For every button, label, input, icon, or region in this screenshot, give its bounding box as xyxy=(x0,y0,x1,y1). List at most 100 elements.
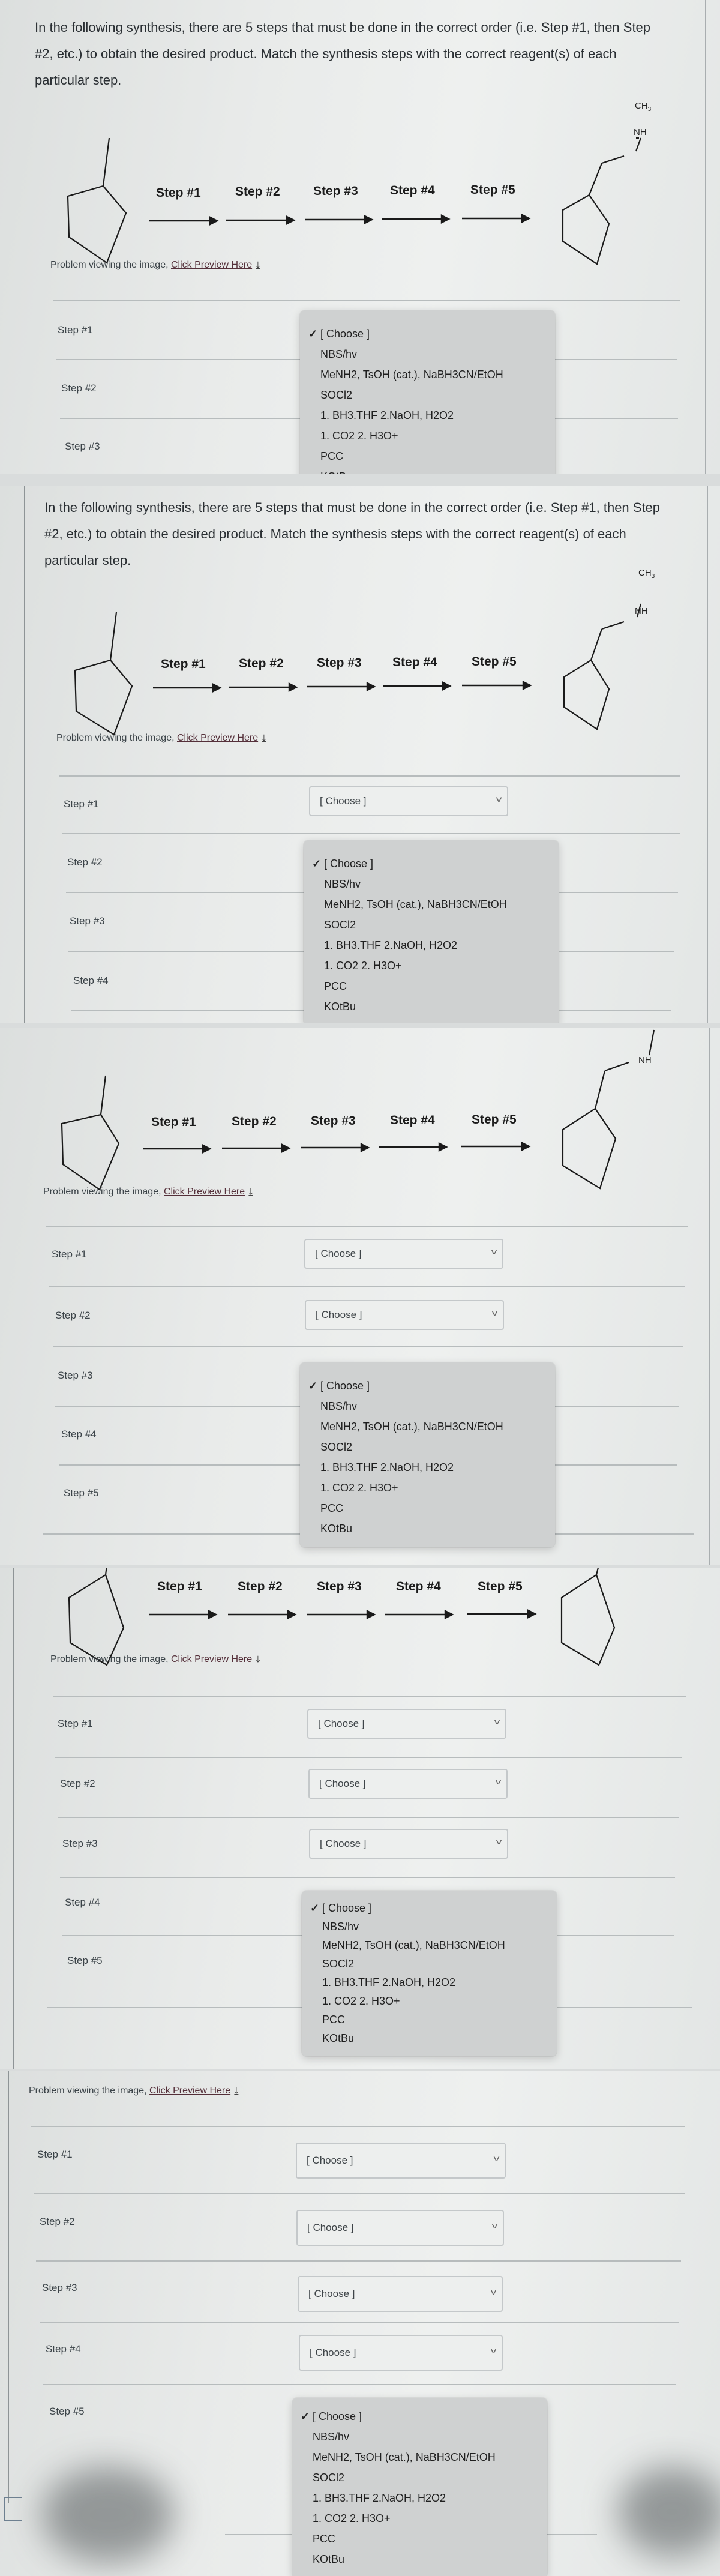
click-preview-link[interactable]: Click Preview Here xyxy=(164,1187,245,1197)
dropdown-option[interactable]: KOtBu xyxy=(304,996,559,1017)
click-preview-link[interactable]: Click Preview Here xyxy=(171,1654,252,1664)
scheme-step-label-5: Step #5 xyxy=(478,1580,523,1593)
step-2-select[interactable]: [ Choose ] v xyxy=(305,1300,504,1330)
dropdown-option[interactable]: MeNH2, TsOH (cat.), NaBH3CN/EtOH xyxy=(304,894,559,915)
step-5-dropdown-menu[interactable]: ✓[ Choose ] NBS/hv MeNH2, TsOH (cat.), N… xyxy=(292,2398,547,2576)
row-divider xyxy=(34,2193,685,2194)
dropdown-option[interactable]: ✓[ Choose ] xyxy=(304,853,559,874)
dropdown-option[interactable]: NBS/hv xyxy=(304,874,559,894)
dropdown-option[interactable]: ✓[ Choose ] xyxy=(300,1376,555,1396)
dropdown-option[interactable]: PCC xyxy=(304,976,559,996)
dropdown-option[interactable]: NBS/hv xyxy=(292,2427,547,2447)
dropdown-option[interactable]: PCC xyxy=(292,2529,547,2549)
step-1-select[interactable]: [ Choose ] v xyxy=(309,786,508,816)
dropdown-option[interactable]: NBS/hv xyxy=(302,1918,557,1936)
step-row-label-1: Step #1 xyxy=(58,324,93,336)
dropdown-option[interactable]: 1. CO2 2. H3O+ xyxy=(292,2508,547,2529)
checkmark-icon: ✓ xyxy=(308,328,318,340)
click-preview-link[interactable]: Click Preview Here xyxy=(149,2086,230,2096)
row-divider xyxy=(55,1757,682,1758)
dropdown-option[interactable]: NBS/hv xyxy=(300,344,555,364)
dropdown-option[interactable]: 1. BH3.THF 2.NaOH, H2O2 xyxy=(304,935,559,955)
dropdown-option[interactable]: 1. CO2 2. H3O+ xyxy=(304,955,559,976)
preview-notice: Problem viewing the image, Click Preview… xyxy=(43,1186,253,1197)
arrow-head-4 xyxy=(438,1142,448,1152)
dropdown-option[interactable]: KOtBu xyxy=(292,2549,547,2569)
checkmark-icon: ✓ xyxy=(301,2410,310,2422)
row-divider xyxy=(40,2322,679,2323)
step-row-label-5: Step #5 xyxy=(49,2406,85,2417)
dropdown-option[interactable]: MeNH2, TsOH (cat.), NaBH3CN/EtOH xyxy=(302,1936,557,1955)
arrow-head-2 xyxy=(288,682,298,692)
step-2-select[interactable]: [ Choose ] v xyxy=(308,1769,508,1799)
dropdown-option[interactable]: MeNH2, TsOH (cat.), NaBH3CN/EtOH xyxy=(300,1416,555,1437)
dropdown-option[interactable]: PCC xyxy=(300,1498,555,1518)
checkmark-icon: ✓ xyxy=(312,858,322,870)
dropdown-option[interactable]: PCC xyxy=(300,446,555,466)
dropdown-option[interactable]: SOCl2 xyxy=(302,1955,557,1973)
dropdown-option[interactable]: KOtBu xyxy=(302,2029,557,2048)
step-2-dropdown-menu[interactable]: ✓[ Choose ] NBS/hv MeNH2, TsOH (cat.), N… xyxy=(304,840,559,1023)
arrow-head-4 xyxy=(440,214,451,224)
step-row-label-3: Step #3 xyxy=(65,441,100,452)
dropdown-option[interactable]: SOCl2 xyxy=(292,2467,547,2488)
chevron-down-icon: v xyxy=(496,1837,502,1846)
dropdown-option[interactable]: 1. CO2 2. H3O+ xyxy=(300,1478,555,1498)
arrow-head-3 xyxy=(366,1610,376,1619)
step-3-dropdown-menu[interactable]: ✓[ Choose ] NBS/hv MeNH2, TsOH (cat.), N… xyxy=(300,1362,555,1547)
step-4-select[interactable]: [ Choose ] v xyxy=(299,2335,503,2371)
step-3-select[interactable]: [ Choose ] v xyxy=(309,1829,508,1859)
arrow-head-5 xyxy=(521,1142,531,1151)
dropdown-option[interactable]: 1. CO2 2. H3O+ xyxy=(300,426,555,446)
dropdown-option[interactable]: MeNH2, TsOH (cat.), NaBH3CN/EtOH xyxy=(300,364,555,385)
row-divider xyxy=(53,1346,683,1347)
step-3-select[interactable]: [ Choose ] v xyxy=(298,2276,503,2312)
dropdown-option[interactable]: 1. BH3.THF 2.NaOH, H2O2 xyxy=(300,1457,555,1478)
methyl-label: CH3 xyxy=(635,101,652,113)
step-row-label-2: Step #2 xyxy=(67,856,103,868)
dropdown-option[interactable]: PCC xyxy=(302,2011,557,2029)
dropdown-option[interactable]: 1. CO2 2. H3O+ xyxy=(302,1992,557,2011)
arrow-head-3 xyxy=(366,682,376,691)
dropdown-option[interactable]: MeNH2, TsOH (cat.), NaBH3CN/EtOH xyxy=(292,2447,547,2467)
step-row-label-4: Step #4 xyxy=(46,2343,81,2355)
product-structure xyxy=(560,1568,616,1666)
amine-label: NH xyxy=(634,127,647,137)
step-2-select[interactable]: [ Choose ] v xyxy=(296,2210,504,2246)
step-row-label-3: Step #3 xyxy=(62,1838,98,1849)
dropdown-option[interactable]: SOCl2 xyxy=(300,385,555,405)
chevron-down-icon: v xyxy=(495,1777,502,1786)
step-1-select[interactable]: [ Choose ] v xyxy=(307,1709,506,1739)
scheme-step-label-1: Step #1 xyxy=(156,186,201,200)
scheme-step-label-4: Step #4 xyxy=(390,184,435,197)
dropdown-option[interactable]: KOtBu xyxy=(300,1518,555,1539)
chevron-down-icon: v xyxy=(491,1247,497,1256)
scheme-step-label-3: Step #3 xyxy=(313,184,358,198)
click-preview-link[interactable]: Click Preview Here xyxy=(177,733,258,743)
click-preview-link[interactable]: Click Preview Here xyxy=(171,260,252,270)
step-row-label-2: Step #2 xyxy=(60,1778,95,1789)
step-row-label-2: Step #2 xyxy=(40,2216,75,2227)
dropdown-option[interactable]: NBS/hv xyxy=(300,1396,555,1416)
step-row-label-1: Step #1 xyxy=(52,1248,87,1260)
dropdown-option[interactable]: SOCl2 xyxy=(304,915,559,935)
step-1-select[interactable]: [ Choose ] v xyxy=(304,1239,503,1269)
dropdown-option[interactable]: ✓[ Choose ] xyxy=(292,2406,547,2427)
step-1-dropdown-menu[interactable]: ✓[ Choose ] NBS/hv MeNH2, TsOH (cat.), N… xyxy=(300,310,555,474)
download-arrow-icon: ⤓ xyxy=(248,1186,253,1197)
step-4-dropdown-menu[interactable]: ✓[ Choose ] NBS/hv MeNH2, TsOH (cat.), N… xyxy=(302,1891,557,2056)
scheme-step-label-5: Step #5 xyxy=(472,1113,517,1127)
dropdown-option[interactable]: ✓[ Choose ] xyxy=(300,324,555,344)
dropdown-option[interactable]: KOtBu xyxy=(300,466,555,474)
preview-notice: Problem viewing the image, Click Preview… xyxy=(50,259,260,271)
arrow-head-5 xyxy=(527,1609,537,1619)
dropdown-option[interactable]: 1. BH3.THF 2.NaOH, H2O2 xyxy=(292,2488,547,2508)
step-row-label-3: Step #3 xyxy=(58,1370,93,1381)
dropdown-option[interactable]: 1. BH3.THF 2.NaOH, H2O2 xyxy=(302,1973,557,1992)
download-arrow-icon: ⤓ xyxy=(256,1654,260,1665)
dropdown-option[interactable]: ✓[ Choose ] xyxy=(302,1899,557,1918)
dropdown-option[interactable]: 1. BH3.THF 2.NaOH, H2O2 xyxy=(300,405,555,426)
dropdown-option[interactable]: SOCl2 xyxy=(300,1437,555,1457)
scheme-step-label-5: Step #5 xyxy=(472,655,517,669)
step-1-select[interactable]: [ Choose ] v xyxy=(296,2143,506,2179)
